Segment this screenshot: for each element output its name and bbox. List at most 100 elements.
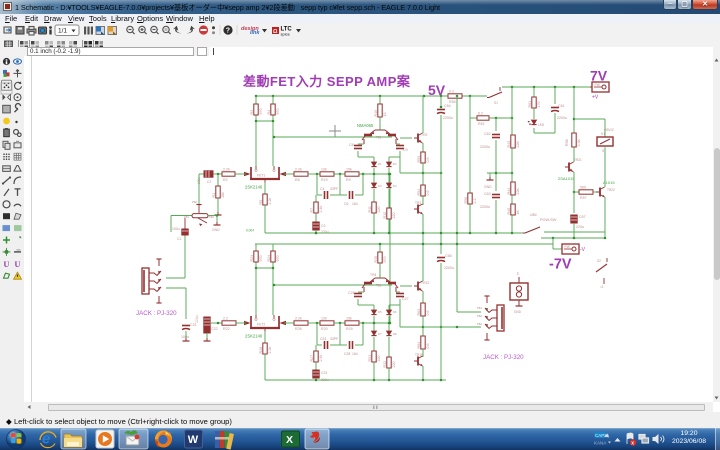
- svg-text:C67: C67: [579, 215, 586, 219]
- svg-text:P$2: P$2: [477, 314, 482, 318]
- svg-text:R26: R26: [259, 347, 263, 354]
- svg-text:2200u: 2200u: [557, 116, 567, 120]
- svg-text:TR16: TR16: [415, 353, 423, 357]
- svg-text:=1: =1: [600, 285, 604, 289]
- svg-text:22K: 22K: [516, 141, 520, 148]
- svg-text:2.2: 2.2: [223, 316, 228, 320]
- svg-text:C26: C26: [348, 291, 355, 295]
- svg-text:12k: 12k: [321, 316, 327, 320]
- svg-text:x: x: [631, 441, 634, 447]
- svg-text:0.6: 0.6: [426, 191, 430, 196]
- svg-text:-7V: -7V: [549, 257, 572, 273]
- svg-text:970: 970: [259, 109, 263, 115]
- svg-text:R56: R56: [464, 197, 468, 204]
- svg-text:2.4k: 2.4k: [319, 206, 323, 213]
- svg-text:7V: 7V: [590, 68, 608, 84]
- svg-text:S1: S1: [494, 101, 498, 105]
- svg-text:D6: D6: [393, 310, 397, 314]
- svg-text:P$2: P$2: [192, 200, 197, 204]
- svg-text:970: 970: [383, 257, 387, 263]
- svg-text:C4: C4: [320, 187, 324, 191]
- svg-text:PW: PW: [565, 245, 571, 249]
- svg-text:S: S: [602, 149, 604, 153]
- svg-text:R24: R24: [267, 255, 271, 262]
- svg-text:FET1: FET1: [257, 174, 265, 178]
- svg-text:R32: R32: [383, 361, 387, 368]
- svg-text:R19: R19: [321, 178, 328, 182]
- svg-text:164: 164: [352, 352, 358, 356]
- svg-text:GND: GND: [484, 185, 492, 189]
- svg-text:970: 970: [276, 256, 280, 262]
- svg-text:R31: R31: [368, 355, 372, 362]
- svg-text:差動FET入力 SEPP AMP案: 差動FET入力 SEPP AMP案: [243, 74, 411, 89]
- svg-text:GND: GND: [212, 228, 220, 232]
- svg-text:R54: R54: [417, 189, 421, 196]
- svg-text:2.2k: 2.2k: [223, 167, 230, 171]
- svg-text:R9: R9: [346, 178, 351, 182]
- svg-text:LED: LED: [538, 123, 545, 127]
- svg-text:0.004: 0.004: [246, 229, 254, 233]
- svg-text:-V: -V: [580, 247, 586, 253]
- svg-text:0.2: 0.2: [449, 89, 454, 93]
- svg-text:2200u: 2200u: [443, 116, 453, 120]
- svg-text:D1: D1: [378, 162, 382, 166]
- svg-text:3.3K: 3.3K: [577, 139, 581, 147]
- svg-text:15k: 15k: [346, 167, 352, 171]
- svg-text:TR22: TR22: [607, 188, 615, 192]
- svg-text:R64: R64: [417, 342, 421, 349]
- svg-text:C63: C63: [484, 192, 491, 196]
- svg-text:2.2k: 2.2k: [268, 198, 272, 205]
- svg-text:K1: K1: [601, 132, 605, 136]
- svg-text:X: X: [286, 434, 293, 446]
- svg-text:970: 970: [276, 109, 280, 115]
- svg-text:R1: R1: [212, 193, 216, 198]
- svg-text:E: E: [517, 272, 519, 276]
- svg-text:33PF: 33PF: [330, 337, 338, 341]
- svg-text:R7: R7: [310, 208, 314, 213]
- svg-text:2SK2146: 2SK2146: [245, 185, 263, 190]
- svg-text:S2: S2: [597, 259, 601, 263]
- svg-text:15k: 15k: [346, 316, 352, 320]
- svg-text:P$1: P$1: [477, 306, 482, 310]
- svg-text:R3: R3: [250, 110, 254, 115]
- svg-text:TR12: TR12: [421, 281, 429, 285]
- svg-text:FET2: FET2: [257, 323, 265, 327]
- svg-text:D7: D7: [378, 332, 382, 336]
- svg-text:R22: R22: [223, 327, 230, 331]
- svg-text:2200u: 2200u: [480, 145, 490, 149]
- svg-text:164: 164: [352, 202, 358, 206]
- svg-text:+V: +V: [592, 95, 599, 101]
- svg-text:C3: C3: [321, 224, 325, 228]
- svg-text:C24: C24: [320, 337, 326, 341]
- svg-text:2SK2146: 2SK2146: [245, 334, 263, 339]
- svg-text:33PF: 33PF: [330, 187, 338, 191]
- svg-text:2200u: 2200u: [480, 205, 490, 209]
- svg-text:C64: C64: [444, 104, 451, 108]
- svg-text:D4: D4: [393, 184, 397, 188]
- svg-text:0.6: 0.6: [426, 311, 430, 316]
- svg-text:D8: D8: [393, 332, 397, 336]
- svg-text:U$4: U$4: [530, 213, 537, 217]
- svg-text:C8: C8: [349, 143, 354, 147]
- svg-text:D2: D2: [393, 162, 397, 166]
- svg-text:G5V/2: G5V/2: [604, 128, 614, 132]
- svg-text:GND: GND: [514, 310, 522, 314]
- svg-text:R53: R53: [417, 156, 421, 163]
- svg-text:R58: R58: [565, 139, 569, 146]
- svg-text:560: 560: [580, 185, 586, 189]
- svg-text:470: 470: [537, 102, 541, 108]
- svg-text:C28: C28: [344, 352, 350, 356]
- svg-text:C61: C61: [558, 104, 565, 108]
- svg-text:R11: R11: [368, 206, 372, 212]
- svg-text:220: 220: [392, 213, 396, 219]
- svg-text:R23: R23: [250, 255, 254, 262]
- svg-text:C6: C6: [344, 202, 348, 206]
- svg-text:R27: R27: [310, 355, 314, 362]
- svg-text:R63: R63: [417, 309, 421, 316]
- svg-text:2200u: 2200u: [444, 266, 454, 270]
- svg-text:R45: R45: [507, 208, 511, 215]
- svg-text:12k: 12k: [321, 167, 327, 171]
- svg-text:22K: 22K: [516, 188, 520, 195]
- svg-text:R30: R30: [374, 256, 378, 263]
- svg-text:C62: C62: [484, 132, 491, 136]
